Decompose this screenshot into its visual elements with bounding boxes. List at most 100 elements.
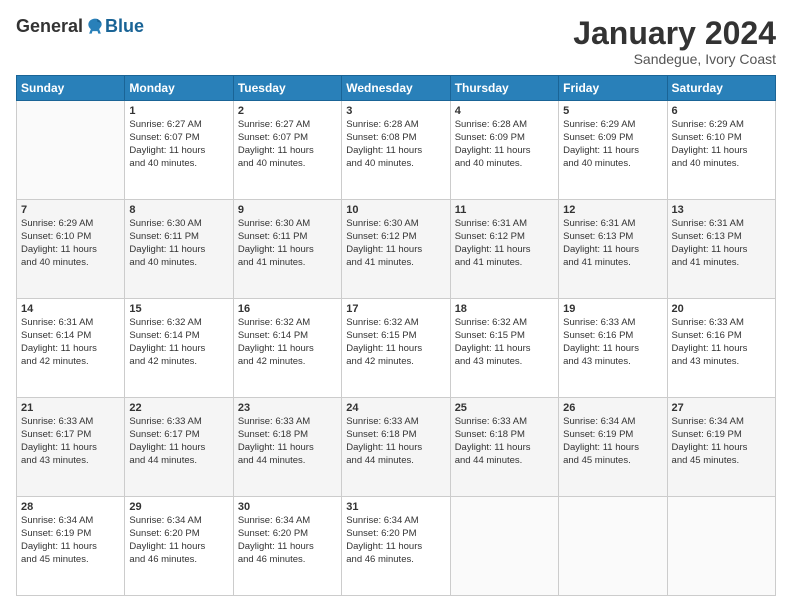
calendar-cell: 25Sunrise: 6:33 AMSunset: 6:18 PMDayligh… [450,398,558,497]
day-number: 7 [21,203,120,217]
calendar-cell: 28Sunrise: 6:34 AMSunset: 6:19 PMDayligh… [17,497,125,596]
day-info: Sunrise: 6:31 AMSunset: 6:13 PMDaylight:… [563,218,662,269]
day-number: 26 [563,401,662,415]
calendar-cell: 7Sunrise: 6:29 AMSunset: 6:10 PMDaylight… [17,200,125,299]
calendar-cell: 2Sunrise: 6:27 AMSunset: 6:07 PMDaylight… [233,101,341,200]
day-number: 20 [672,302,771,316]
day-info: Sunrise: 6:33 AMSunset: 6:17 PMDaylight:… [21,416,120,467]
day-number: 15 [129,302,228,316]
calendar-cell: 26Sunrise: 6:34 AMSunset: 6:19 PMDayligh… [559,398,667,497]
page: General Blue January 2024 Sandegue, Ivor… [0,0,792,612]
day-info: Sunrise: 6:30 AMSunset: 6:11 PMDaylight:… [129,218,228,269]
calendar-header-row: SundayMondayTuesdayWednesdayThursdayFrid… [17,76,776,101]
day-number: 31 [346,500,445,514]
calendar-cell: 14Sunrise: 6:31 AMSunset: 6:14 PMDayligh… [17,299,125,398]
day-number: 14 [21,302,120,316]
day-info: Sunrise: 6:33 AMSunset: 6:18 PMDaylight:… [346,416,445,467]
month-year-title: January 2024 [573,16,776,51]
calendar-table: SundayMondayTuesdayWednesdayThursdayFrid… [16,75,776,596]
day-number: 23 [238,401,337,415]
calendar-cell: 29Sunrise: 6:34 AMSunset: 6:20 PMDayligh… [125,497,233,596]
calendar-cell [17,101,125,200]
day-number: 1 [129,104,228,118]
calendar-cell: 11Sunrise: 6:31 AMSunset: 6:12 PMDayligh… [450,200,558,299]
calendar-week-row: 28Sunrise: 6:34 AMSunset: 6:19 PMDayligh… [17,497,776,596]
calendar-week-row: 21Sunrise: 6:33 AMSunset: 6:17 PMDayligh… [17,398,776,497]
day-info: Sunrise: 6:32 AMSunset: 6:15 PMDaylight:… [455,317,554,368]
day-info: Sunrise: 6:32 AMSunset: 6:14 PMDaylight:… [129,317,228,368]
day-info: Sunrise: 6:34 AMSunset: 6:20 PMDaylight:… [238,515,337,566]
day-number: 16 [238,302,337,316]
location-subtitle: Sandegue, Ivory Coast [573,51,776,67]
calendar-day-header: Monday [125,76,233,101]
day-number: 6 [672,104,771,118]
day-number: 13 [672,203,771,217]
day-info: Sunrise: 6:31 AMSunset: 6:13 PMDaylight:… [672,218,771,269]
day-info: Sunrise: 6:31 AMSunset: 6:12 PMDaylight:… [455,218,554,269]
calendar-day-header: Thursday [450,76,558,101]
day-number: 11 [455,203,554,217]
day-number: 18 [455,302,554,316]
calendar-day-header: Wednesday [342,76,450,101]
calendar-cell: 27Sunrise: 6:34 AMSunset: 6:19 PMDayligh… [667,398,775,497]
calendar-week-row: 7Sunrise: 6:29 AMSunset: 6:10 PMDaylight… [17,200,776,299]
day-info: Sunrise: 6:31 AMSunset: 6:14 PMDaylight:… [21,317,120,368]
day-info: Sunrise: 6:29 AMSunset: 6:10 PMDaylight:… [672,119,771,170]
calendar-day-header: Tuesday [233,76,341,101]
day-info: Sunrise: 6:32 AMSunset: 6:14 PMDaylight:… [238,317,337,368]
calendar-cell: 10Sunrise: 6:30 AMSunset: 6:12 PMDayligh… [342,200,450,299]
calendar-day-header: Friday [559,76,667,101]
day-info: Sunrise: 6:30 AMSunset: 6:11 PMDaylight:… [238,218,337,269]
day-info: Sunrise: 6:33 AMSunset: 6:16 PMDaylight:… [563,317,662,368]
calendar-cell: 5Sunrise: 6:29 AMSunset: 6:09 PMDaylight… [559,101,667,200]
calendar-cell: 13Sunrise: 6:31 AMSunset: 6:13 PMDayligh… [667,200,775,299]
day-number: 24 [346,401,445,415]
logo-bird-icon [85,17,105,37]
day-number: 30 [238,500,337,514]
day-info: Sunrise: 6:34 AMSunset: 6:20 PMDaylight:… [346,515,445,566]
day-number: 3 [346,104,445,118]
day-number: 10 [346,203,445,217]
day-info: Sunrise: 6:33 AMSunset: 6:16 PMDaylight:… [672,317,771,368]
day-info: Sunrise: 6:33 AMSunset: 6:18 PMDaylight:… [238,416,337,467]
calendar-cell: 30Sunrise: 6:34 AMSunset: 6:20 PMDayligh… [233,497,341,596]
header: General Blue January 2024 Sandegue, Ivor… [16,16,776,67]
calendar-cell: 20Sunrise: 6:33 AMSunset: 6:16 PMDayligh… [667,299,775,398]
calendar-cell: 31Sunrise: 6:34 AMSunset: 6:20 PMDayligh… [342,497,450,596]
title-block: January 2024 Sandegue, Ivory Coast [573,16,776,67]
day-number: 27 [672,401,771,415]
logo-general-text: General [16,16,83,37]
calendar-cell: 22Sunrise: 6:33 AMSunset: 6:17 PMDayligh… [125,398,233,497]
calendar-cell [667,497,775,596]
day-number: 8 [129,203,228,217]
calendar-cell: 12Sunrise: 6:31 AMSunset: 6:13 PMDayligh… [559,200,667,299]
day-number: 29 [129,500,228,514]
day-number: 17 [346,302,445,316]
calendar-cell: 9Sunrise: 6:30 AMSunset: 6:11 PMDaylight… [233,200,341,299]
calendar-cell: 15Sunrise: 6:32 AMSunset: 6:14 PMDayligh… [125,299,233,398]
logo-blue-text: Blue [105,16,144,37]
day-info: Sunrise: 6:29 AMSunset: 6:10 PMDaylight:… [21,218,120,269]
calendar-cell: 4Sunrise: 6:28 AMSunset: 6:09 PMDaylight… [450,101,558,200]
day-number: 25 [455,401,554,415]
calendar-cell: 8Sunrise: 6:30 AMSunset: 6:11 PMDaylight… [125,200,233,299]
calendar-day-header: Saturday [667,76,775,101]
calendar-week-row: 14Sunrise: 6:31 AMSunset: 6:14 PMDayligh… [17,299,776,398]
day-info: Sunrise: 6:34 AMSunset: 6:20 PMDaylight:… [129,515,228,566]
day-info: Sunrise: 6:29 AMSunset: 6:09 PMDaylight:… [563,119,662,170]
calendar-cell: 24Sunrise: 6:33 AMSunset: 6:18 PMDayligh… [342,398,450,497]
day-info: Sunrise: 6:30 AMSunset: 6:12 PMDaylight:… [346,218,445,269]
day-info: Sunrise: 6:27 AMSunset: 6:07 PMDaylight:… [129,119,228,170]
calendar-cell: 17Sunrise: 6:32 AMSunset: 6:15 PMDayligh… [342,299,450,398]
calendar-cell [559,497,667,596]
day-info: Sunrise: 6:34 AMSunset: 6:19 PMDaylight:… [672,416,771,467]
calendar-cell: 16Sunrise: 6:32 AMSunset: 6:14 PMDayligh… [233,299,341,398]
calendar-cell: 19Sunrise: 6:33 AMSunset: 6:16 PMDayligh… [559,299,667,398]
day-info: Sunrise: 6:27 AMSunset: 6:07 PMDaylight:… [238,119,337,170]
day-number: 4 [455,104,554,118]
day-number: 9 [238,203,337,217]
day-info: Sunrise: 6:28 AMSunset: 6:08 PMDaylight:… [346,119,445,170]
day-number: 21 [21,401,120,415]
day-info: Sunrise: 6:34 AMSunset: 6:19 PMDaylight:… [21,515,120,566]
day-info: Sunrise: 6:34 AMSunset: 6:19 PMDaylight:… [563,416,662,467]
